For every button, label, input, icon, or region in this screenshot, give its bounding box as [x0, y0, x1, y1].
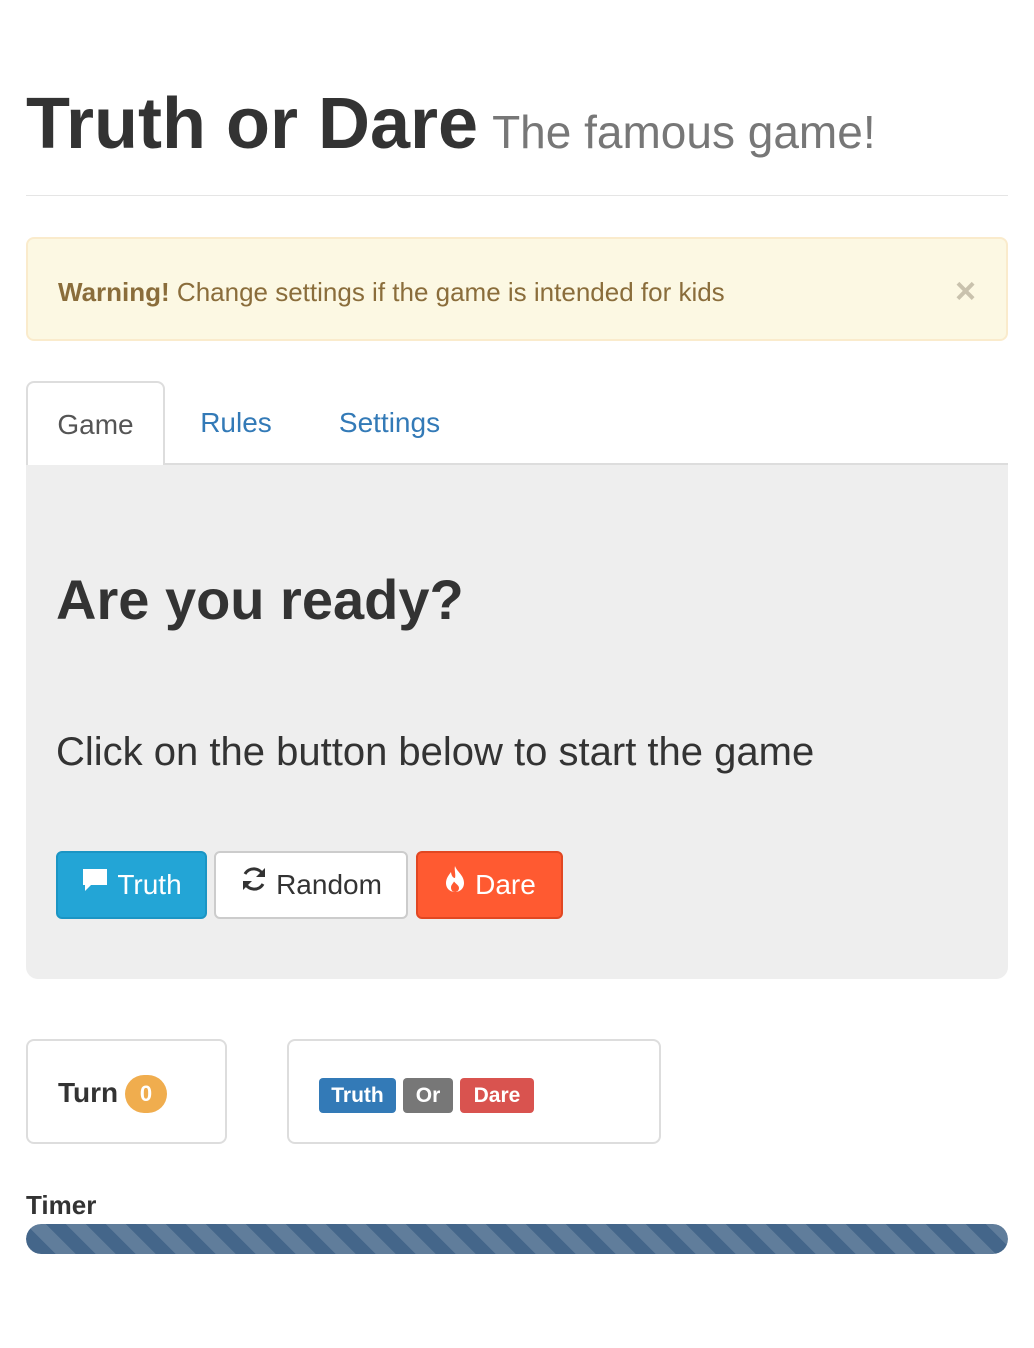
- title-text: Truth or Dare: [26, 84, 479, 164]
- truth-button-label: Truth: [117, 869, 182, 900]
- game-panel: Are you ready? Click on the button below…: [26, 465, 1008, 979]
- turn-label: Turn: [58, 1077, 119, 1108]
- timer-progress: [26, 1224, 1008, 1254]
- truth-button[interactable]: Truth: [56, 851, 207, 919]
- truth-label: Truth: [319, 1078, 396, 1113]
- alert-strong: Warning!: [58, 277, 170, 307]
- fire-icon: [443, 852, 467, 916]
- random-button[interactable]: Random: [214, 851, 408, 919]
- random-button-label: Random: [276, 869, 382, 900]
- tab-rules[interactable]: Rules: [186, 381, 286, 465]
- turn-panel: Turn 0: [26, 1039, 227, 1144]
- close-icon[interactable]: ×: [955, 273, 976, 309]
- page-title: Truth or Dare The famous game!: [26, 84, 876, 172]
- game-lead: Click on the button below to start the g…: [56, 730, 815, 774]
- page: Truth or Dare The famous game! Warning! C…: [0, 0, 1034, 1348]
- timer-progress-bar: [26, 1224, 1008, 1254]
- dare-button-label: Dare: [475, 869, 536, 900]
- refresh-icon: [240, 852, 268, 916]
- dare-button[interactable]: Dare: [416, 851, 563, 919]
- or-label: Or: [403, 1078, 453, 1113]
- game-heading: Are you ready?: [56, 568, 464, 631]
- mode-panel: Truth Or Dare: [287, 1039, 661, 1144]
- page-header: Truth or Dare The famous game!: [26, 80, 1008, 196]
- alert-message: Change settings if the game is intended …: [176, 277, 725, 307]
- turn-count-badge: 0: [125, 1075, 167, 1113]
- page-subtitle: The famous game!: [492, 106, 876, 158]
- warning-alert: Warning! Change settings if the game is …: [26, 237, 1008, 341]
- tab-game[interactable]: Game: [26, 381, 165, 467]
- tab-bar: Game Rules Settings: [26, 381, 1008, 467]
- tab-settings[interactable]: Settings: [322, 381, 457, 465]
- comment-icon: [81, 852, 109, 916]
- dare-label: Dare: [460, 1078, 534, 1113]
- timer-label: Timer: [26, 1190, 97, 1220]
